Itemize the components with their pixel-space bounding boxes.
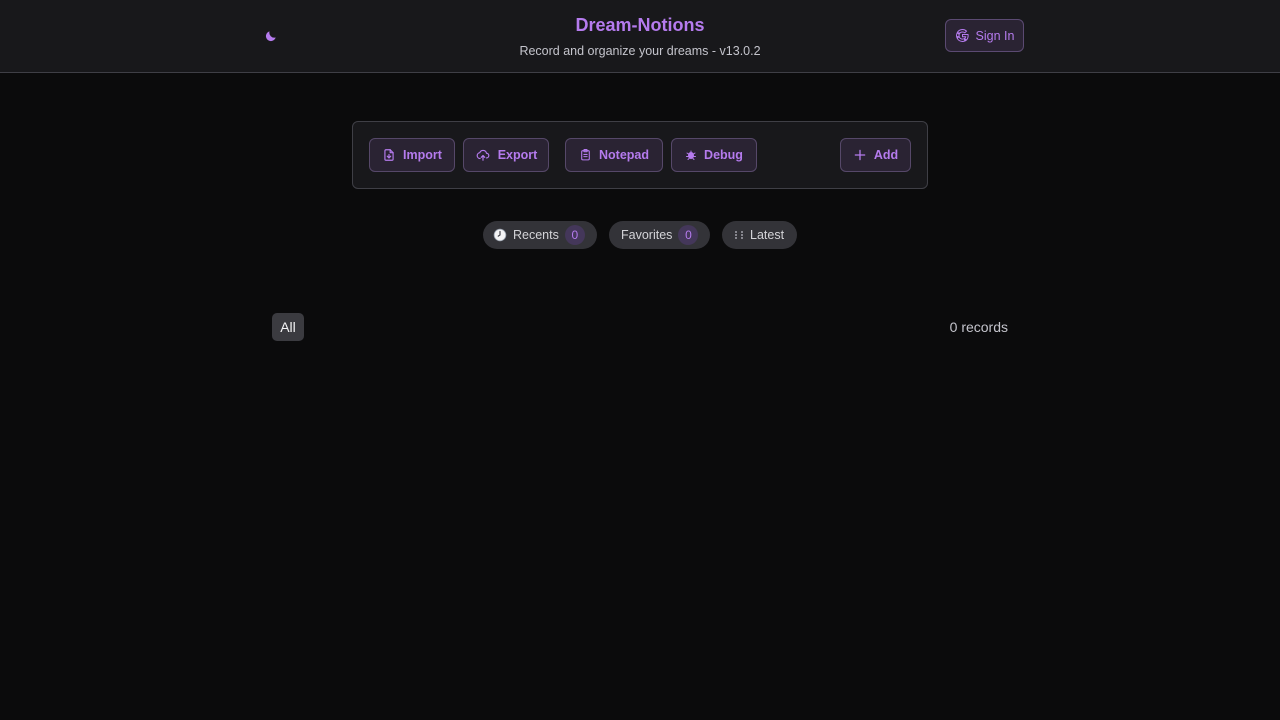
grid-dots-icon [735, 231, 743, 239]
add-label: Add [873, 148, 899, 162]
latest-label: Latest [750, 228, 785, 242]
sign-in-label: Sign In [975, 28, 1015, 43]
cloud-upload-icon [476, 149, 490, 161]
action-toolbar: Import Export Notepad Debug Add [352, 121, 928, 189]
clipboard-icon [581, 149, 590, 161]
recents-label: Recents [513, 228, 559, 242]
import-label: Import [403, 148, 442, 162]
app-title: Dream-Notions [575, 15, 705, 35]
sign-in-button[interactable]: Sign In [945, 19, 1024, 52]
add-button[interactable]: Add [840, 138, 911, 172]
debug-button[interactable]: Debug [671, 138, 757, 172]
clock-icon [493, 228, 507, 242]
google-icon [955, 29, 969, 42]
debug-label: Debug [704, 148, 743, 162]
latest-sort-chip[interactable]: Latest [722, 221, 797, 249]
notepad-label: Notepad [599, 148, 649, 162]
export-button[interactable]: Export [463, 138, 549, 172]
app-header: Dream-Notions Record and organize your d… [0, 0, 1280, 73]
recents-filter-chip[interactable]: Recents 0 [483, 221, 597, 249]
category-tab-all[interactable]: All [272, 313, 304, 341]
notepad-button[interactable]: Notepad [565, 138, 663, 172]
export-label: Export [497, 148, 538, 162]
favorites-label: Favorites [621, 228, 673, 242]
favorites-count-badge: 0 [678, 225, 699, 245]
app-subtitle: Record and organize your dreams - v13.0.… [519, 44, 761, 58]
file-import-icon [384, 149, 394, 161]
import-button[interactable]: Import [369, 138, 455, 172]
recents-count-badge: 0 [564, 225, 585, 245]
plus-icon [854, 149, 866, 161]
favorites-filter-chip[interactable]: Favorites 0 [609, 221, 710, 249]
bug-icon [686, 150, 697, 160]
records-count: 0 records [949, 319, 1008, 335]
